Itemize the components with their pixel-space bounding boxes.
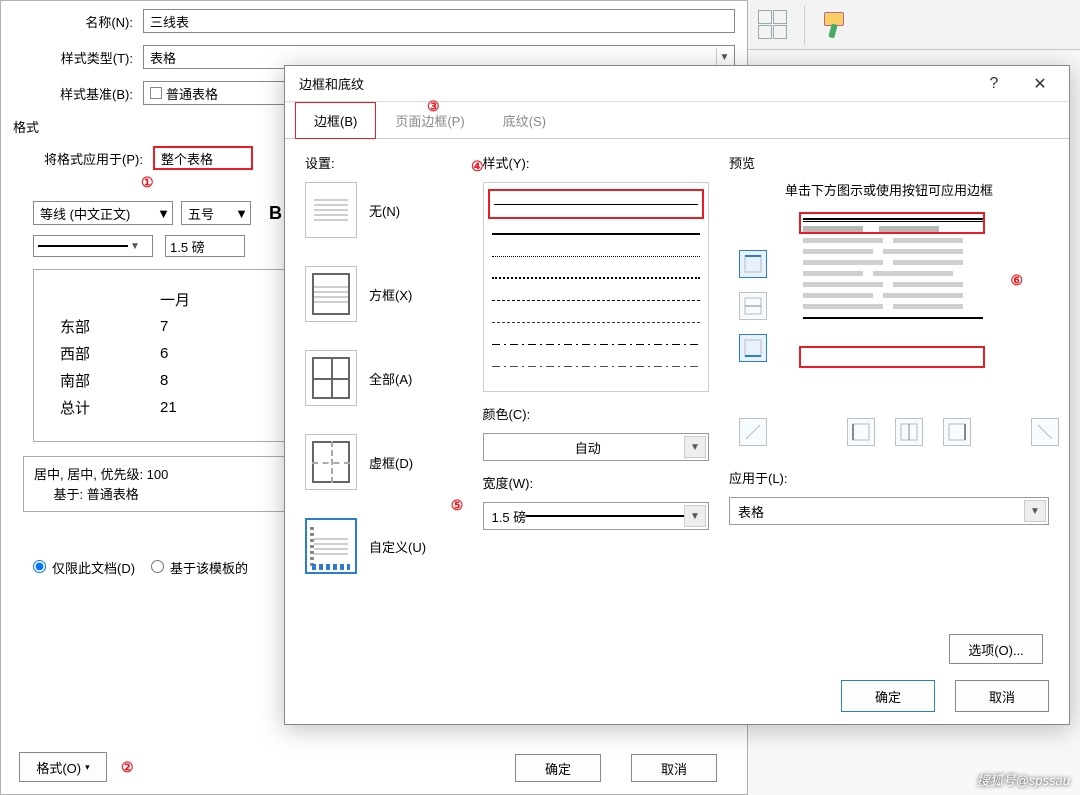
base-combo[interactable]: 普通表格 xyxy=(143,81,303,105)
tab-border[interactable]: 边框(B) xyxy=(295,102,376,139)
chevron-down-icon: ▼ xyxy=(235,206,248,221)
preview-bottom-border-button[interactable] xyxy=(739,334,767,362)
base-value: 普通表格 xyxy=(166,84,218,103)
callout-3: ③ xyxy=(427,98,440,115)
cell: 总计 xyxy=(54,394,154,421)
setting-custom[interactable]: 自定义(U) xyxy=(305,518,463,574)
preview-top-border-button[interactable] xyxy=(739,250,767,278)
callout-6: ⑥ xyxy=(1010,272,1023,289)
setting-heading: 设置: xyxy=(305,153,463,172)
th-blank xyxy=(54,286,154,313)
ok-button[interactable]: 确定 xyxy=(515,754,601,782)
tabs: 边框(B) 页面边框(P) 底纹(S) xyxy=(285,102,1069,139)
preview-heading: 预览 xyxy=(729,153,1049,172)
name-label: 名称(N): xyxy=(13,12,143,31)
apply-to-combo[interactable]: 整个表格 xyxy=(153,146,253,170)
borders-grid-icon[interactable] xyxy=(750,7,794,43)
cancel-button[interactable]: 取消 xyxy=(955,680,1049,712)
watermark: 搜狐号@spssau xyxy=(977,770,1070,789)
base-label: 样式基准(B): xyxy=(13,84,143,103)
setting-box-label: 方框(X) xyxy=(369,285,412,304)
type-value: 表格 xyxy=(150,48,176,67)
name-input[interactable] xyxy=(143,9,735,33)
cell: 6 xyxy=(154,340,254,367)
preview-hint: 单击下方图示或使用按钮可应用边框 xyxy=(729,182,1049,200)
table-icon xyxy=(150,87,162,99)
type-label: 样式类型(T): xyxy=(13,48,143,67)
ok-button[interactable]: 确定 xyxy=(841,680,935,712)
cell: 21 xyxy=(154,394,254,421)
setting-all[interactable]: 全部(A) xyxy=(305,350,463,406)
width-heading: 宽度(W): ⑤ xyxy=(483,473,709,492)
color-heading: 颜色(C): xyxy=(483,404,709,423)
cell: 西部 xyxy=(54,340,154,367)
titlebar: 边框和底纹 ? ✕ xyxy=(285,66,1069,102)
chevron-down-icon: ▼ xyxy=(716,48,732,66)
th-month: 一月 xyxy=(154,286,254,313)
ribbon-divider xyxy=(804,5,805,45)
chevron-down-icon: ▼ xyxy=(157,206,170,221)
setting-dashed-label: 虚框(D) xyxy=(369,453,413,472)
close-button[interactable]: ✕ xyxy=(1017,69,1063,99)
bold-button[interactable]: B xyxy=(269,203,282,224)
dialog-title: 边框和底纹 xyxy=(299,74,364,93)
radio-this-doc[interactable]: 仅限此文档(D) xyxy=(33,558,135,577)
callout-5: ⑤ xyxy=(451,497,464,513)
chevron-down-icon: ▼ xyxy=(684,436,706,458)
cell: 7 xyxy=(154,313,254,340)
chevron-down-icon: ▼ xyxy=(684,505,706,527)
radio-template[interactable]: 基于该模板的 xyxy=(151,558,248,577)
setting-all-label: 全部(A) xyxy=(369,369,412,388)
cell: 东部 xyxy=(54,313,154,340)
setting-box[interactable]: 方框(X) xyxy=(305,266,463,322)
font-combo[interactable]: 等线 (中文正文) ▼ xyxy=(33,201,173,225)
setting-dashed[interactable]: 虚框(D) xyxy=(305,434,463,490)
width-value: 1.5 磅 xyxy=(492,507,527,526)
line-weight-combo[interactable]: 1.5 磅 xyxy=(165,235,245,257)
callout-4: ④ xyxy=(471,158,484,175)
chevron-down-icon: ▼ xyxy=(128,241,142,252)
apply-heading: 应用于(L): xyxy=(729,468,1049,487)
preview-right-border-button[interactable] xyxy=(943,418,971,446)
ribbon-fragment xyxy=(740,0,1080,50)
width-combo[interactable]: 1.5 磅 ▼ xyxy=(483,502,709,530)
apply-combo[interactable]: 表格 ▼ xyxy=(729,497,1049,525)
border-preview[interactable]: ⑥ xyxy=(729,218,1049,448)
chevron-down-icon: ▼ xyxy=(1024,500,1046,522)
preview-diag2-button[interactable] xyxy=(1031,418,1059,446)
style-list[interactable] xyxy=(483,182,709,392)
setting-none-label: 无(N) xyxy=(369,201,400,220)
size-combo[interactable]: 五号 ▼ xyxy=(181,201,251,225)
apply-to-label: 将格式应用于(P): xyxy=(13,149,153,168)
size-value: 五号 xyxy=(188,204,214,223)
cell: 南部 xyxy=(54,367,154,394)
weight-value: 1.5 磅 xyxy=(170,237,205,256)
cell: 8 xyxy=(154,367,254,394)
apply-value: 表格 xyxy=(738,502,764,521)
preview-left-border-button[interactable] xyxy=(847,418,875,446)
font-value: 等线 (中文正文) xyxy=(40,204,130,223)
color-combo[interactable]: 自动 ▼ xyxy=(483,433,709,461)
callout-2: ② xyxy=(121,759,134,776)
setting-none[interactable]: 无(N) xyxy=(305,182,463,238)
apply-to-value: 整个表格 xyxy=(161,149,213,168)
help-button[interactable]: ? xyxy=(971,69,1017,99)
format-painter-icon[interactable] xyxy=(815,7,859,43)
borders-shading-dialog: 边框和底纹 ? ✕ 边框(B) 页面边框(P) 底纹(S) ③ 设置: 无(N)… xyxy=(284,65,1070,725)
color-value: 自动 xyxy=(492,438,684,457)
cancel-button[interactable]: 取消 xyxy=(631,754,717,782)
style-heading: 样式(Y): ④ xyxy=(483,153,709,172)
line-style-combo[interactable]: ▼ xyxy=(33,235,153,257)
setting-custom-label: 自定义(U) xyxy=(369,537,426,556)
format-menu-button[interactable]: 格式(O)▾ xyxy=(19,752,107,782)
options-button[interactable]: 选项(O)... xyxy=(949,634,1043,664)
preview-inside-h-button[interactable] xyxy=(739,292,767,320)
preview-diag-button[interactable] xyxy=(739,418,767,446)
preview-inside-v-button[interactable] xyxy=(895,418,923,446)
tab-shading[interactable]: 底纹(S) xyxy=(484,102,565,139)
